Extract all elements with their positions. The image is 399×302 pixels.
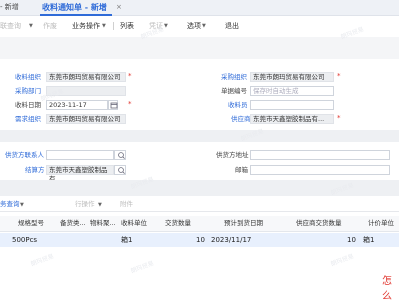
attachment-button[interactable]: 附件 <box>120 197 133 211</box>
col-material[interactable]: 物料聚... <box>90 216 116 230</box>
required-mark: * <box>337 72 341 80</box>
search-icon[interactable] <box>114 150 126 160</box>
receiving-date-field[interactable]: 2023-11-17 <box>46 100 108 110</box>
purchasing-dept-label: 采购部门 <box>15 87 41 95</box>
supplier-contact-field[interactable] <box>46 150 114 160</box>
demand-org-field[interactable]: 东莞市朗玛贸易有限公司 <box>46 114 126 124</box>
supplier-label: 供应商 <box>231 115 251 123</box>
options-menu-button[interactable]: 选项 <box>187 16 201 36</box>
cell-spec[interactable]: 500Pcs <box>12 233 37 247</box>
purchasing-org-field[interactable]: 东莞市朗玛贸易有限公司 <box>250 72 334 82</box>
col-receiving-unit[interactable]: 收料单位 <box>121 216 147 230</box>
list-button[interactable]: 列表 <box>120 16 134 36</box>
col-delivery-qty[interactable]: 交货数量 <box>165 216 191 230</box>
settle-party-field[interactable]: 东莞市天鑫塑胶制品有... <box>46 165 114 183</box>
settle-party-label: 结算方 <box>25 166 45 174</box>
toolbar-divider: | <box>112 21 115 30</box>
query-menu-button[interactable]: 联查询 <box>0 16 21 36</box>
cell-supplier-qty[interactable]: 10 <box>347 233 356 247</box>
receiving-org-field[interactable]: 东莞市朗玛贸易有限公司 <box>46 72 126 82</box>
chevron-down-icon: ▼ <box>202 23 206 29</box>
col-stock-type[interactable]: 备货类... <box>60 216 86 230</box>
receiving-party-field[interactable] <box>250 100 334 110</box>
tab-receiving-notice-new[interactable]: 收料通知单 - 新增 <box>42 0 107 15</box>
doc-no-label: 单据编号 <box>221 87 247 95</box>
search-icon[interactable] <box>114 165 126 175</box>
col-spec[interactable]: 规格型号 <box>18 216 44 230</box>
chevron-down-icon: ▼ <box>102 23 106 29</box>
calendar-icon[interactable] <box>108 100 118 110</box>
email-field[interactable] <box>250 165 390 175</box>
cell-receiving-unit[interactable]: 箱1 <box>121 233 132 247</box>
receiving-date-label: 收料日期 <box>15 101 41 109</box>
supplier-contact-label: 供货方联系人 <box>5 151 44 159</box>
col-expected-date[interactable]: 预计到货日期 <box>224 216 263 230</box>
business-ops-menu-button[interactable]: 业务操作 <box>72 16 100 36</box>
cell-price-unit[interactable]: 箱1 <box>363 233 374 247</box>
chevron-down-icon: ▼ <box>164 23 168 29</box>
purchasing-org-label: 采购组织 <box>221 73 247 81</box>
required-mark: * <box>337 114 341 122</box>
chevron-down-icon: ▼ <box>98 202 102 208</box>
section-divider <box>0 130 399 142</box>
supplier-address-label: 供货方地址 <box>216 151 249 159</box>
cell-delivery-qty[interactable]: 10 <box>196 233 205 247</box>
receiving-org-label: 收料组织 <box>15 73 41 81</box>
supplier-field[interactable]: 东莞市天鑫塑胶制品有... <box>250 114 334 124</box>
doc-no-field[interactable]: 保存时自动生成 <box>250 86 334 96</box>
header-gap <box>0 37 399 59</box>
required-mark: * <box>128 100 132 108</box>
detail-query-button[interactable]: 务查询 <box>0 197 20 211</box>
tab-previous[interactable]: - 新增 <box>0 0 19 15</box>
row-ops-button[interactable]: 行操作 <box>75 197 95 211</box>
tab-close-icon[interactable]: × <box>116 0 122 15</box>
receiving-party-label: 收料员 <box>228 101 248 109</box>
watermark: 朗玛贸易 <box>129 260 155 275</box>
col-supplier-qty[interactable]: 供应商交货数量 <box>296 216 342 230</box>
corner-text: 怎么 <box>382 276 392 302</box>
col-price-unit[interactable]: 计价单位 <box>368 216 394 230</box>
required-mark: * <box>128 72 132 80</box>
exit-button[interactable]: 退出 <box>225 16 239 36</box>
watermark: 朗玛贸易 <box>29 253 55 268</box>
detail-toolbar <box>0 197 399 212</box>
email-label: 邮箱 <box>235 166 248 174</box>
demand-org-label: 需求组织 <box>15 115 41 123</box>
supplier-address-field[interactable] <box>250 150 390 160</box>
chevron-down-icon: ▼ <box>20 202 24 208</box>
cell-expected-date[interactable]: 2023/11/17 <box>211 233 251 247</box>
watermark: 朗玛贸易 <box>329 253 355 268</box>
void-button[interactable]: 作废 <box>43 16 57 36</box>
chevron-down-icon: ▼ <box>29 23 33 29</box>
